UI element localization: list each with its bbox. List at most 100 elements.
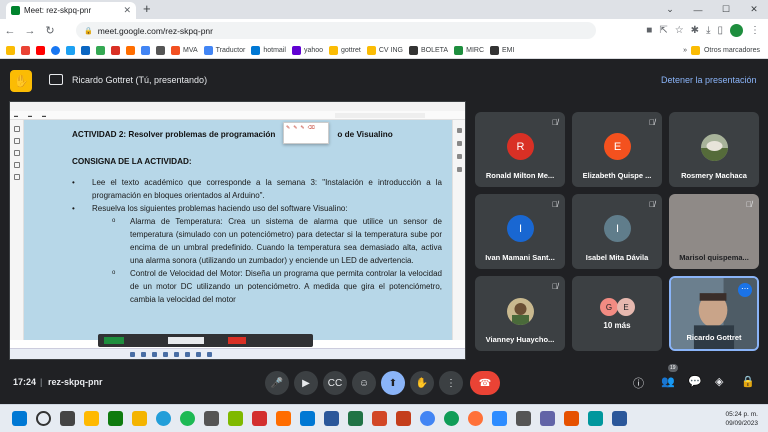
- participant-tile[interactable]: 🎙̸ I Ivan Mamani Sant...: [475, 194, 565, 269]
- translate-icon: [203, 45, 213, 55]
- shared-call-info: [168, 337, 204, 344]
- captions-button[interactable]: CC: [323, 371, 347, 395]
- bookmark-youtube-icon[interactable]: [36, 45, 45, 55]
- maximize-icon[interactable]: ☐: [712, 4, 740, 15]
- bookmark-boleta[interactable]: BOLETA: [409, 45, 448, 55]
- participant-tile[interactable]: 🎙̸ I Isabel Mita Dávila: [572, 194, 662, 269]
- profile-avatar[interactable]: [730, 24, 743, 37]
- minimize-icon[interactable]: —: [684, 5, 712, 15]
- bookmark-emi[interactable]: EMI: [490, 45, 514, 55]
- address-bar[interactable]: 🔒 meet.google.com/rez-skpq-pnr: [76, 22, 596, 39]
- app-icon[interactable]: [276, 411, 291, 426]
- forward-icon[interactable]: →: [20, 25, 40, 37]
- bookmark-generic-icon[interactable]: [156, 45, 165, 55]
- close-window-icon[interactable]: ✕: [740, 4, 768, 15]
- back-icon[interactable]: ←: [0, 25, 20, 37]
- raise-hand-button[interactable]: ✋: [410, 371, 434, 395]
- app-icon[interactable]: [228, 411, 243, 426]
- app-icon[interactable]: [564, 411, 579, 426]
- bookmark-generic-icon[interactable]: [126, 45, 135, 55]
- participant-tile[interactable]: 🎙̸ Vianney Huaycho...: [475, 276, 565, 351]
- telegram-icon[interactable]: [156, 411, 171, 426]
- new-tab-icon[interactable]: +: [143, 1, 151, 16]
- close-tab-icon[interactable]: ✕: [123, 5, 131, 16]
- people-icon[interactable]: 👥: [661, 375, 675, 388]
- microphone-button[interactable]: 🎤: [265, 371, 289, 395]
- stop-presenting-button[interactable]: Detener la presentación: [661, 75, 757, 85]
- spotify-icon[interactable]: [180, 411, 195, 426]
- bookmark-yahoo[interactable]: yahoo: [291, 45, 323, 55]
- present-button[interactable]: ⬆: [381, 371, 405, 395]
- download-icon[interactable]: ⤓: [706, 25, 710, 36]
- participant-tile[interactable]: Rosmery Machaca: [669, 112, 759, 187]
- start-icon[interactable]: [12, 411, 27, 426]
- participant-tile-self[interactable]: ⋯ Ricardo Gottret: [669, 276, 759, 351]
- shared-call-stop: [228, 337, 246, 344]
- chevron-down-icon[interactable]: ⌄: [656, 4, 684, 15]
- more-options-icon[interactable]: ⋯: [738, 283, 752, 297]
- bookmark-facebook-icon[interactable]: [51, 45, 60, 55]
- participant-tile[interactable]: 🎙̸ R Ronald Milton Me...: [475, 112, 565, 187]
- bookmark-mva[interactable]: MVA: [171, 45, 198, 55]
- end-call-button[interactable]: ☎: [470, 371, 500, 395]
- taskbar-app-icon: [185, 352, 190, 357]
- camera-indicator-icon[interactable]: ■: [646, 25, 652, 36]
- reload-icon[interactable]: ↻: [40, 24, 60, 37]
- app-icon[interactable]: [516, 411, 531, 426]
- emoji-button[interactable]: ☺: [352, 371, 376, 395]
- firefox-icon[interactable]: [468, 411, 483, 426]
- bookmark-gottret[interactable]: gottret: [329, 45, 361, 55]
- bookmark-maps-icon[interactable]: [96, 45, 105, 55]
- menu-placeholder: ▬: [42, 113, 46, 118]
- app-icon[interactable]: [204, 411, 219, 426]
- bookmark-star-icon[interactable]: [6, 45, 15, 55]
- bookmark-cv-ing[interactable]: CV ING: [366, 45, 403, 55]
- bookmark-twitter-icon[interactable]: [66, 45, 75, 55]
- camera-button[interactable]: ▶: [294, 371, 318, 395]
- share-icon[interactable]: ⇱: [659, 25, 667, 36]
- pdf-icon[interactable]: [252, 411, 267, 426]
- activities-icon[interactable]: ◈: [715, 375, 723, 388]
- chrome-icon[interactable]: [420, 411, 435, 426]
- arduino-icon[interactable]: [588, 411, 603, 426]
- explorer-icon[interactable]: [84, 411, 99, 426]
- system-clock[interactable]: 05:24 p. m. 09/09/2023: [725, 410, 758, 428]
- participant-tile[interactable]: 🎙̸ E Elizabeth Quispe ...: [572, 112, 662, 187]
- participant-name: Ronald Milton Me...: [485, 171, 555, 180]
- tool-icon: [13, 150, 20, 156]
- bookmark-gmail-icon[interactable]: [21, 45, 30, 55]
- app-icon[interactable]: [444, 411, 459, 426]
- participant-tile-more[interactable]: G E 10 más: [572, 276, 662, 351]
- bookmark-traductor[interactable]: Traductor: [203, 45, 245, 55]
- raised-hand-icon[interactable]: ✋: [10, 70, 32, 92]
- menu-icon[interactable]: ⋮: [750, 25, 760, 36]
- app-icon[interactable]: [132, 411, 147, 426]
- excel-icon[interactable]: [348, 411, 363, 426]
- app-icon[interactable]: [396, 411, 411, 426]
- star-icon[interactable]: ☆: [675, 25, 684, 36]
- teams-icon[interactable]: [540, 411, 555, 426]
- bookmark-hotmail[interactable]: hotmail: [251, 45, 286, 55]
- app-icon[interactable]: [300, 411, 315, 426]
- taskview-icon[interactable]: [60, 411, 75, 426]
- app-icon[interactable]: [108, 411, 123, 426]
- search-icon[interactable]: [36, 411, 51, 426]
- info-icon[interactable]: ⓘ: [633, 375, 644, 391]
- bookmark-generic-icon[interactable]: [111, 45, 120, 55]
- host-controls-icon[interactable]: 🔒: [741, 375, 755, 388]
- powerpoint-icon[interactable]: [372, 411, 387, 426]
- avatar: G: [600, 298, 618, 316]
- word-icon[interactable]: [324, 411, 339, 426]
- tab-meet[interactable]: Meet: rez-skpq-pnr ✕: [6, 2, 136, 19]
- bookmark-mirc[interactable]: MIRC: [454, 45, 484, 55]
- extensions-icon[interactable]: ✱: [691, 25, 699, 36]
- bookmark-generic-icon[interactable]: [141, 45, 150, 55]
- bookmark-linkedin-icon[interactable]: [81, 45, 90, 55]
- other-bookmarks[interactable]: » Otros marcadores: [679, 42, 760, 58]
- more-options-button[interactable]: ⋮: [439, 371, 463, 395]
- app-icon[interactable]: [612, 411, 627, 426]
- participant-tile[interactable]: 🎙̸ Marisol quispema...: [669, 194, 759, 269]
- zoom-icon[interactable]: [492, 411, 507, 426]
- sidepanel-icon[interactable]: ▯: [717, 25, 723, 36]
- chat-icon[interactable]: 💬: [688, 375, 702, 388]
